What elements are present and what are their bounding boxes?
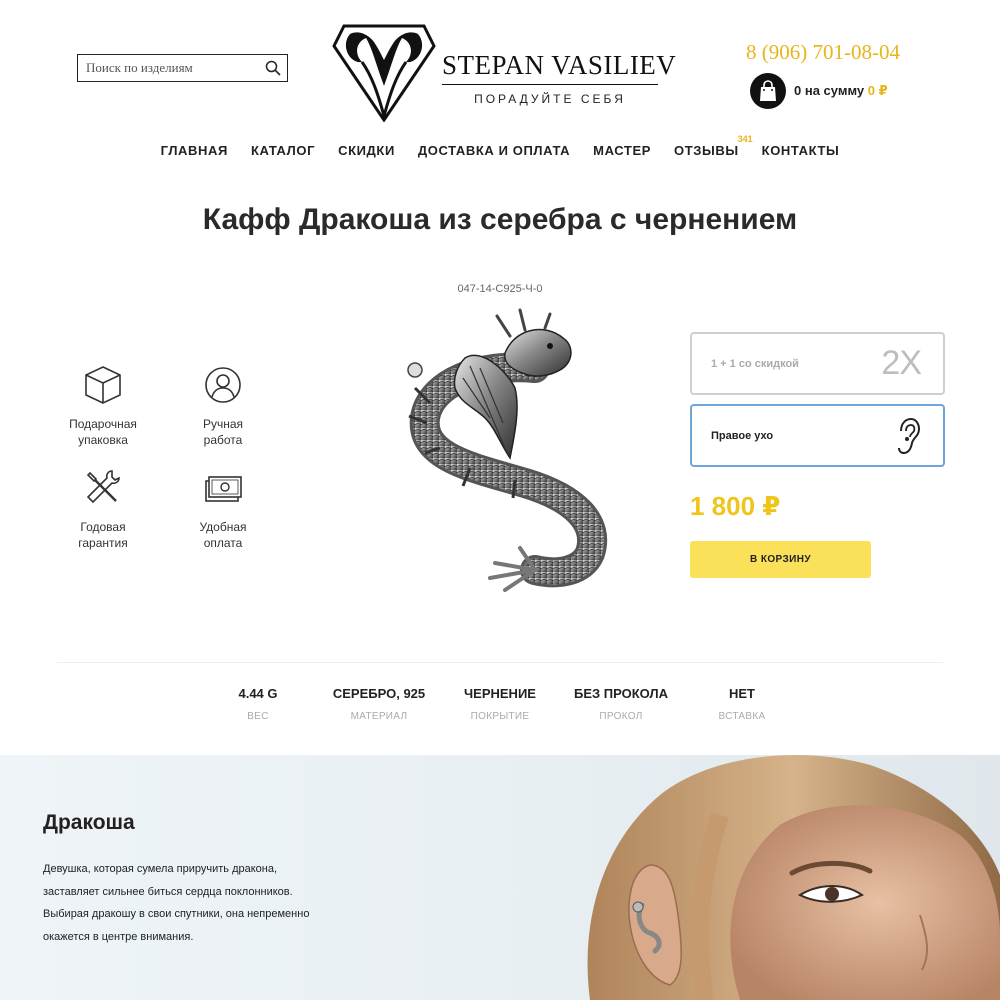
brand-tagline: ПОРАДУЙТЕ СЕБЯ — [474, 92, 626, 106]
person-icon — [205, 367, 241, 403]
phone-number[interactable]: 8 (906) 701-08-04 — [746, 40, 900, 65]
product-sku: 047-14-С925-Ч-0 — [457, 283, 543, 295]
add-to-cart-button[interactable]: В КОРЗИНУ — [690, 541, 871, 578]
cart-count: 0 на сумму — [794, 83, 865, 98]
nav-home[interactable]: ГЛАВНАЯ — [161, 143, 228, 158]
diamond-logo-icon — [332, 24, 436, 122]
nav-catalog[interactable]: КАТАЛОГ — [251, 143, 315, 158]
spec-value: 4.44 G — [238, 686, 278, 701]
cart-sum: 0 ₽ — [867, 83, 888, 98]
story-title: Дракоша — [43, 811, 135, 834]
product-price: 1 800 ₽ — [690, 491, 781, 521]
reviews-count-badge: 341 — [737, 134, 753, 144]
spec-label: ВСТАВКА — [718, 711, 766, 722]
search-box — [77, 54, 288, 82]
spec-value: НЕТ — [729, 686, 755, 701]
spec-value: СЕРЕБРО, 925 — [332, 686, 426, 701]
feature-label-line2: упаковка — [78, 433, 128, 447]
shopping-bag-icon[interactable] — [750, 73, 786, 109]
brand-name: STEPAN VASILIEV — [442, 50, 677, 80]
section-divider — [57, 662, 943, 663]
spec-coating: ЧЕРНЕНИЕ ПОКРЫТИЕ — [435, 686, 565, 722]
spec-piercing: БЕЗ ПРОКОЛА ПРОКОЛ — [556, 686, 686, 722]
story-banner: Дракоша Девушка, которая сумела приручит… — [0, 755, 1000, 1000]
feature-gift-packaging: Подарочная упаковка — [43, 364, 163, 448]
option-label: 1 + 1 со скидкой — [711, 357, 799, 370]
feature-label-line2: оплата — [203, 536, 243, 550]
option-right-ear[interactable]: Правое ухо — [690, 404, 945, 467]
story-line: заставляет сильнее биться сердца поклонн… — [43, 885, 293, 898]
cart-widget[interactable]: 0 на сумму 0 ₽ — [750, 73, 888, 109]
nav-contacts[interactable]: КОНТАКТЫ — [762, 143, 840, 158]
option-label: Правое ухо — [711, 429, 774, 442]
product-image[interactable] — [385, 308, 615, 598]
story-line: окажется в центре внимания. — [43, 930, 194, 943]
nav-reviews[interactable]: ОТЗЫВЫ 341 — [674, 134, 753, 158]
money-icon — [205, 476, 242, 502]
spec-label: МАТЕРИАЛ — [350, 711, 408, 722]
nav-discounts[interactable]: СКИДКИ — [338, 143, 395, 158]
feature-payment: Удобная оплата — [163, 467, 283, 551]
search-icon[interactable] — [259, 55, 287, 81]
box-icon — [85, 366, 121, 404]
story-description: Девушка, которая сумела приручить дракон… — [43, 858, 343, 948]
feature-label-line2: гарантия — [78, 536, 128, 550]
logo-divider — [442, 84, 658, 85]
spec-weight: 4.44 G ВЕС — [193, 686, 323, 722]
feature-label-line2: работа — [203, 433, 243, 447]
feature-warranty: Годовая гарантия — [43, 467, 163, 551]
nav-master[interactable]: МАСТЕР — [593, 143, 651, 158]
ear-icon — [898, 417, 921, 454]
spec-label: ВЕС — [247, 711, 269, 722]
nav-reviews-label: ОТЗЫВЫ — [674, 143, 739, 158]
site-logo[interactable]: STEPAN VASILIEV ПОРАДУЙТЕ СЕБЯ — [332, 24, 676, 124]
tools-icon — [86, 470, 120, 504]
story-line: Выбирая дракошу в свои спутники, она неп… — [43, 908, 310, 920]
spec-insert: НЕТ ВСТАВКА — [677, 686, 807, 722]
option-bundle-discount[interactable]: 1 + 1 со скидкой 2X — [690, 332, 945, 395]
main-nav: ГЛАВНАЯ КАТАЛОГ СКИДКИ ДОСТАВКА И ОПЛАТА… — [0, 134, 1000, 158]
spec-material: СЕРЕБРО, 925 МАТЕРИАЛ — [314, 686, 444, 722]
product-title: Кафф Дракоша из серебра с чернением — [202, 203, 798, 236]
spec-value: БЕЗ ПРОКОЛА — [574, 686, 668, 701]
feature-label-line1: Удобная — [199, 520, 247, 534]
feature-handmade: Ручная работа — [163, 364, 283, 448]
spec-label: ПОКРЫТИЕ — [470, 711, 530, 722]
story-line: Девушка, которая сумела приручить дракон… — [43, 863, 278, 875]
model-photo — [587, 755, 1000, 1000]
search-input[interactable] — [78, 55, 259, 81]
cart-summary: 0 на сумму 0 ₽ — [794, 83, 888, 99]
spec-value: ЧЕРНЕНИЕ — [464, 686, 536, 701]
feature-label-line1: Подарочная — [69, 417, 137, 431]
spec-label: ПРОКОЛ — [599, 711, 643, 722]
feature-label-line1: Ручная — [202, 417, 244, 431]
feature-label-line1: Годовая — [80, 520, 126, 534]
nav-delivery[interactable]: ДОСТАВКА И ОПЛАТА — [418, 143, 570, 158]
option-2x-mark: 2X — [881, 344, 922, 382]
